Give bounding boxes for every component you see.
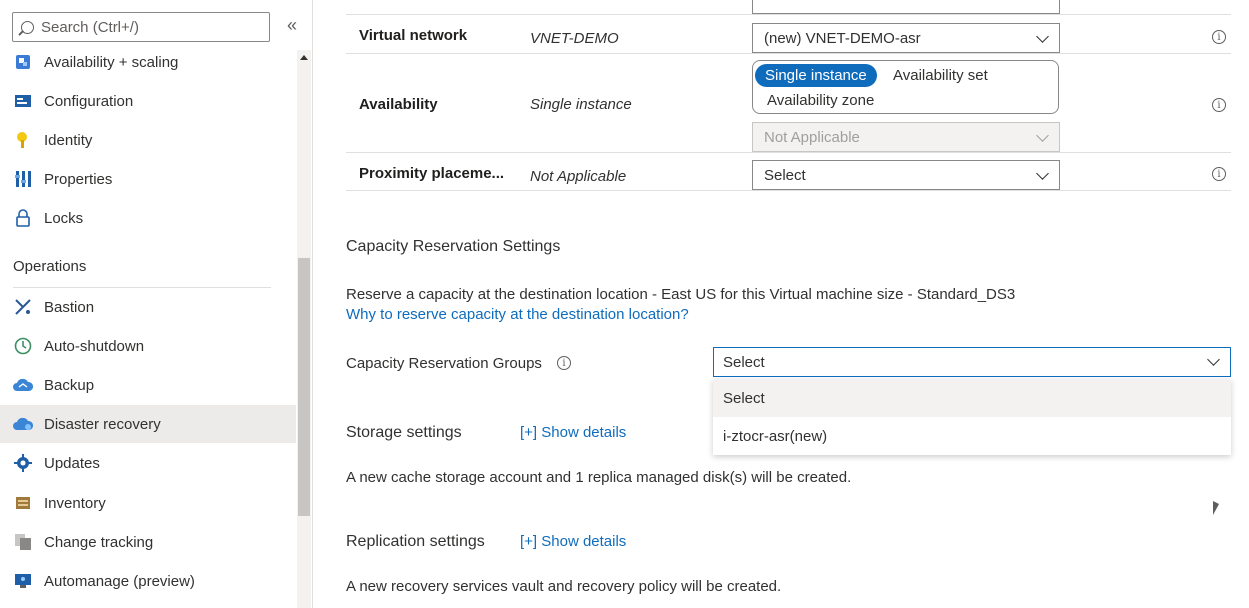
menu-option-select[interactable]: Select — [713, 379, 1231, 417]
sidebar-item-label: Inventory — [44, 494, 106, 512]
vnet-label: Virtual network — [359, 27, 468, 44]
proximity-label: Proximity placeme... — [359, 165, 505, 182]
search-input[interactable]: Search (Ctrl+/) — [12, 12, 270, 42]
capacity-groups-select[interactable]: Select — [713, 347, 1231, 377]
storage-show-details-link[interactable]: [+] Show details — [520, 424, 626, 441]
identity-icon — [13, 130, 33, 150]
mouse-cursor-icon — [1213, 501, 1219, 515]
sidebar-item-properties[interactable]: Properties — [0, 160, 296, 198]
replication-show-details-link[interactable]: [+] Show details — [520, 533, 626, 550]
sidebar-item-label: Availability + scaling — [44, 53, 179, 71]
row-divider — [346, 152, 1231, 153]
row-divider — [346, 190, 1231, 191]
collapse-sidebar-button[interactable]: « — [287, 15, 297, 36]
configuration-icon — [13, 91, 33, 111]
disaster-recovery-cloud-icon — [13, 414, 33, 434]
menu-option-ztocr-asr[interactable]: i-ztocr-asr(new) — [713, 417, 1231, 455]
vnet-select[interactable]: (new) VNET-DEMO-asr — [752, 23, 1060, 53]
sidebar-item-configuration[interactable]: Configuration — [0, 82, 296, 120]
sidebar-item-identity[interactable]: Identity — [0, 121, 296, 159]
sidebar-item-locks[interactable]: Locks — [0, 199, 296, 237]
sidebar-item-change-tracking[interactable]: Change tracking — [0, 523, 296, 561]
row-divider — [346, 53, 1231, 54]
availability-icon — [13, 52, 33, 72]
bastion-icon — [13, 297, 33, 317]
info-icon[interactable]: i — [1212, 167, 1226, 181]
search-icon — [21, 20, 34, 34]
sidebar-item-label: Auto-shutdown — [44, 337, 145, 355]
storage-description: A new cache storage account and 1 replic… — [346, 469, 852, 486]
replication-description: A new recovery services vault and recove… — [346, 578, 782, 595]
proximity-select-value: Select — [764, 166, 806, 184]
resource-group-select[interactable] — [752, 0, 1060, 14]
chevron-down-icon — [1036, 30, 1049, 43]
chevron-down-icon — [1036, 129, 1049, 142]
info-icon[interactable]: i — [557, 356, 571, 370]
info-icon[interactable]: i — [1212, 30, 1226, 44]
availability-option-zone[interactable]: Availability zone — [767, 92, 874, 109]
capacity-groups-label: Capacity Reservation Groups — [346, 355, 542, 372]
vnet-source-value: VNET-DEMO — [530, 30, 619, 47]
sidebar-item-inventory[interactable]: Inventory — [0, 484, 296, 522]
chevron-down-icon — [1207, 353, 1220, 366]
sidebar: Search (Ctrl+/) « Availability + scaling… — [0, 0, 313, 608]
search-placeholder: Search (Ctrl+/) — [41, 18, 139, 36]
sidebar-item-availability-scaling[interactable]: Availability + scaling — [0, 43, 296, 81]
storage-heading: Storage settings — [346, 424, 462, 441]
sidebar-item-label: Updates — [44, 454, 100, 472]
proximity-source-value: Not Applicable — [530, 168, 627, 185]
sidebar-item-label: Configuration — [44, 92, 134, 110]
capacity-heading: Capacity Reservation Settings — [346, 238, 561, 255]
sidebar-item-disaster-recovery[interactable]: Disaster recovery — [0, 405, 296, 443]
availability-sub-select: Not Applicable — [752, 122, 1060, 152]
sidebar-item-label: Change tracking — [44, 533, 154, 551]
sidebar-item-updates[interactable]: Updates — [0, 444, 296, 482]
availability-source-value: Single instance — [530, 96, 632, 113]
capacity-groups-menu: Select i-ztocr-asr(new) — [713, 379, 1231, 455]
automanage-icon — [13, 571, 33, 591]
sidebar-item-auto-shutdown[interactable]: Auto-shutdown — [0, 327, 296, 365]
proximity-select[interactable]: Select — [752, 160, 1060, 190]
clock-icon — [13, 336, 33, 356]
sidebar-item-label: Locks — [44, 209, 84, 227]
properties-icon — [13, 169, 33, 189]
sidebar-item-automanage[interactable]: Automanage (preview) — [0, 562, 296, 600]
sidebar-item-label: Identity — [44, 131, 93, 149]
sidebar-item-label: Automanage (preview) — [44, 572, 195, 590]
capacity-help-link[interactable]: Why to reserve capacity at the destinati… — [346, 306, 689, 323]
sidebar-item-bastion[interactable]: Bastion — [0, 288, 296, 326]
gear-icon — [13, 453, 33, 473]
sidebar-item-backup[interactable]: Backup — [0, 366, 296, 404]
availability-label: Availability — [359, 96, 438, 113]
backup-cloud-icon — [13, 375, 33, 395]
change-tracking-icon — [13, 532, 33, 552]
capacity-description: Reserve a capacity at the destination lo… — [346, 286, 1016, 303]
row-divider — [346, 14, 1231, 15]
sidebar-scroll-thumb[interactable] — [298, 258, 310, 516]
chevron-down-icon — [1036, 167, 1049, 180]
info-icon[interactable]: i — [1212, 98, 1226, 112]
availability-option-single-instance[interactable]: Single instance — [755, 64, 877, 87]
sidebar-item-label: Properties — [44, 170, 113, 188]
lock-icon — [13, 208, 33, 228]
sidebar-section-operations: Operations — [13, 258, 87, 275]
sidebar-item-label: Disaster recovery — [44, 415, 161, 433]
availability-option-set[interactable]: Availability set — [893, 67, 988, 84]
scroll-up-icon[interactable] — [300, 55, 308, 60]
inventory-icon — [13, 493, 33, 513]
capacity-groups-select-value: Select — [723, 353, 765, 371]
sidebar-item-label: Backup — [44, 376, 95, 394]
sidebar-item-label: Bastion — [44, 298, 95, 316]
vnet-select-value: (new) VNET-DEMO-asr — [764, 29, 921, 47]
availability-sub-select-value: Not Applicable — [764, 128, 860, 146]
replication-heading: Replication settings — [346, 533, 485, 550]
